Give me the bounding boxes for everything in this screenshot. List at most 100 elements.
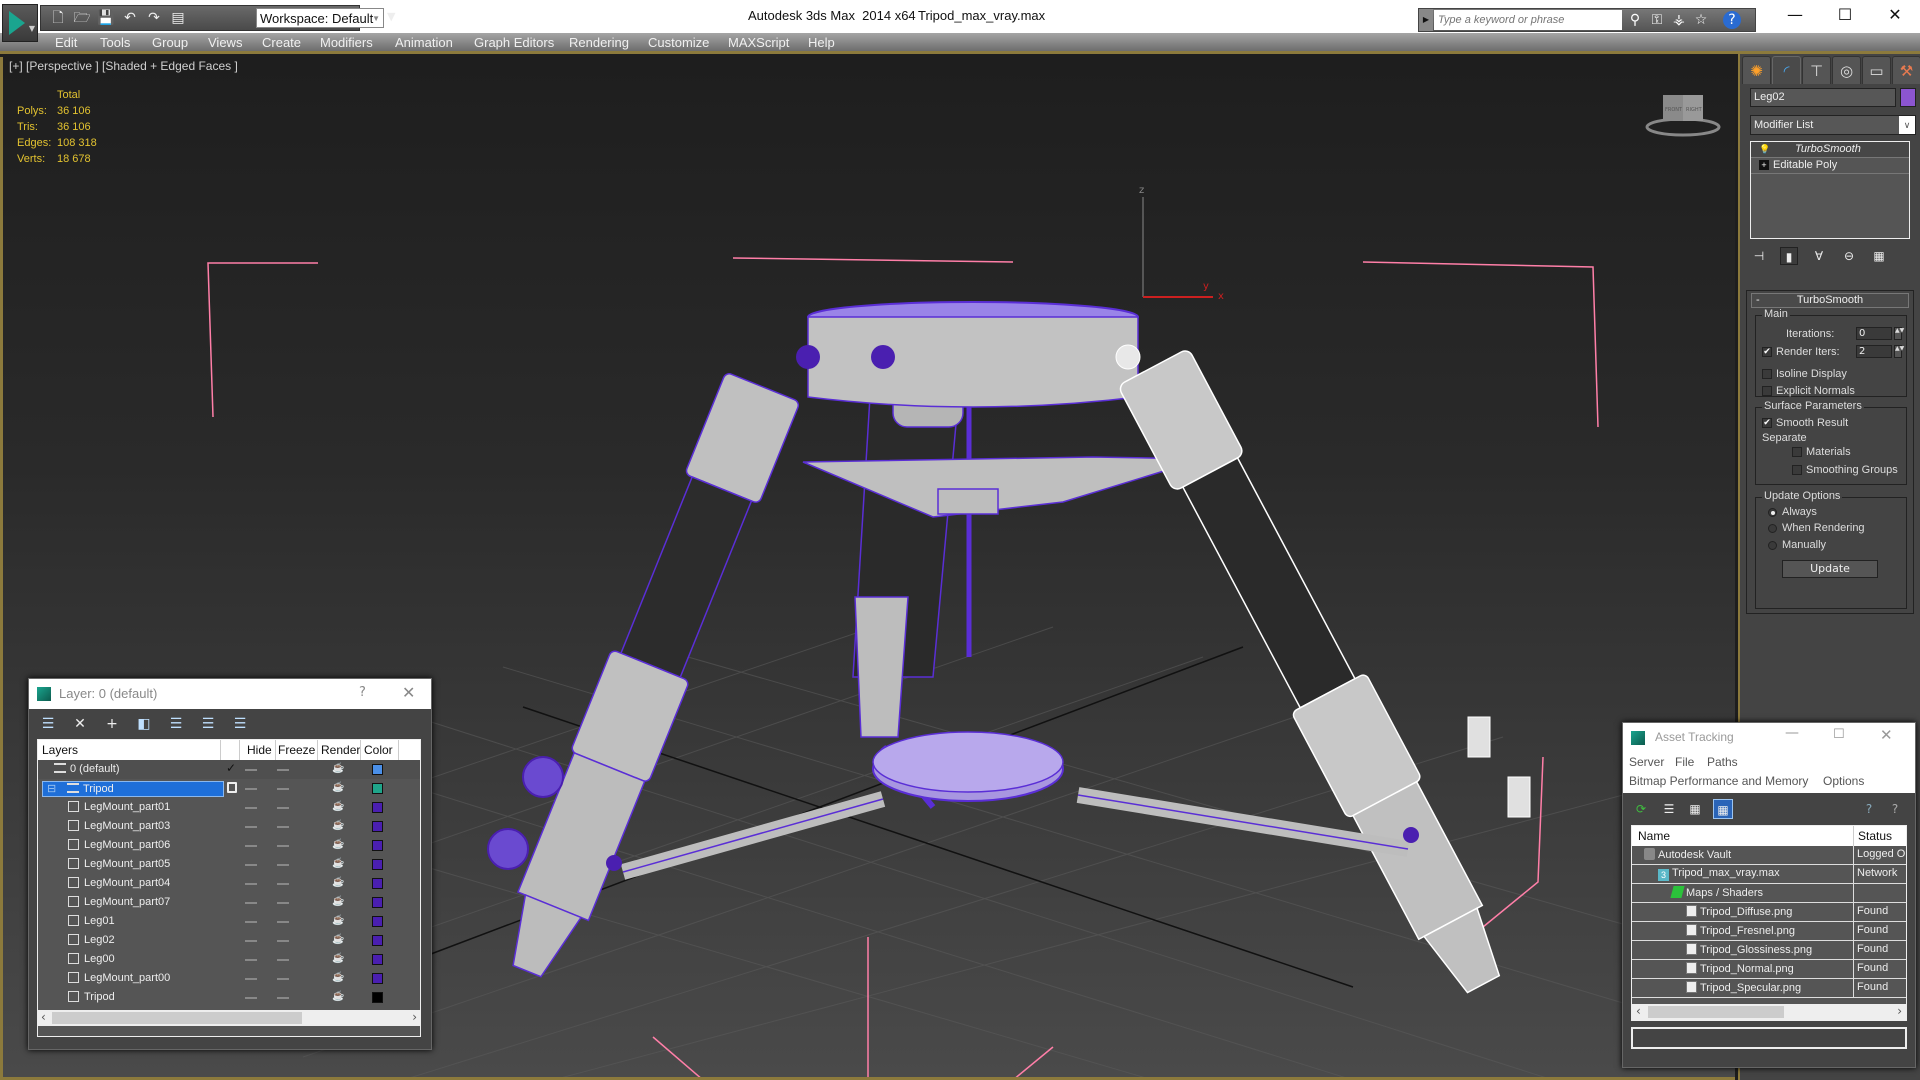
hide-toggle[interactable]	[245, 978, 257, 980]
make-unique-icon[interactable]: ∀	[1810, 247, 1828, 265]
current-layer-checkmark-icon[interactable]: ✓	[226, 761, 236, 775]
column-header-freeze[interactable]: Freeze	[278, 743, 315, 757]
scroll-right-icon[interactable]: ›	[412, 1010, 417, 1024]
menu-maxscript[interactable]: MAXScript	[728, 35, 789, 50]
lightbulb-icon[interactable]: 💡	[1759, 144, 1770, 154]
teapot-render-icon[interactable]: ☕	[332, 859, 344, 869]
column-header-layers[interactable]: Layers	[42, 743, 78, 757]
open-folder-icon[interactable]: 🗁	[73, 9, 91, 27]
satellite-icon[interactable]: ⚶	[1669, 11, 1689, 29]
menu-customize[interactable]: Customize	[648, 35, 709, 50]
redo-icon[interactable]: ↷	[145, 9, 163, 27]
viewport-label-menu[interactable]: [+] [Perspective ] [Shaded + Edged Faces…	[9, 59, 238, 73]
vault-help-icon[interactable]: ?	[1859, 799, 1879, 819]
teapot-render-icon[interactable]: ☕	[332, 764, 344, 774]
configure-modifier-sets-icon[interactable]: ▦	[1870, 247, 1888, 265]
freeze-toggle[interactable]	[277, 959, 289, 961]
color-swatch[interactable]	[372, 840, 383, 851]
pin-stack-icon[interactable]: ⊣	[1750, 247, 1768, 265]
layer-row[interactable]: 0 (default) ✓ ☕	[38, 760, 420, 779]
object-row[interactable]: LegMount_part01 ☕	[38, 798, 420, 817]
asset-path-field[interactable]	[1631, 1027, 1907, 1049]
modify-tab[interactable]: ◜	[1772, 56, 1801, 84]
update-button[interactable]: Update	[1782, 560, 1878, 578]
color-swatch[interactable]	[372, 783, 383, 794]
hide-toggle[interactable]	[245, 959, 257, 961]
menu-bitmap-performance[interactable]: Bitmap Performance and Memory	[1629, 774, 1808, 788]
hide-unhide-all-icon[interactable]: ☰	[197, 714, 219, 734]
color-swatch[interactable]	[372, 916, 383, 927]
menu-animation[interactable]: Animation	[395, 35, 453, 50]
row-name[interactable]: LegMount_part05	[68, 857, 170, 873]
spinner-arrows-icon[interactable]: ▲▼	[1894, 345, 1904, 358]
scroll-left-icon[interactable]: ‹	[1636, 1004, 1641, 1018]
modifier-list-dropdown[interactable]: Modifier List ∨	[1750, 115, 1916, 135]
star-icon[interactable]: ☆	[1691, 11, 1711, 29]
hierarchy-tab[interactable]: ⊤	[1802, 56, 1831, 84]
row-name[interactable]: Leg00	[68, 952, 115, 968]
teapot-render-icon[interactable]: ☕	[332, 954, 344, 964]
object-row[interactable]: Leg00 ☕	[38, 950, 420, 969]
freeze-toggle[interactable]	[277, 769, 289, 771]
menu-tools[interactable]: Tools	[100, 35, 130, 50]
workspace-dropdown[interactable]: Workspace: Default ▼	[256, 8, 384, 28]
horizontal-scrollbar[interactable]: ‹ ›	[1632, 1004, 1906, 1020]
menu-options[interactable]: Options	[1823, 774, 1864, 788]
asset-row[interactable]: Maps / Shaders	[1632, 884, 1906, 903]
object-row[interactable]: Tripod ☕	[38, 988, 420, 1006]
row-name[interactable]: LegMount_part03	[68, 819, 170, 835]
search-input[interactable]	[1434, 10, 1622, 30]
menu-help[interactable]: Help	[808, 35, 835, 50]
color-swatch[interactable]	[372, 859, 383, 870]
create-new-layer-icon[interactable]: ☰	[37, 714, 59, 734]
asset-row[interactable]: Tripod_Diffuse.png Found	[1632, 903, 1906, 922]
column-header-hide[interactable]: Hide	[247, 743, 272, 757]
close-button[interactable]: ✕	[1880, 726, 1893, 744]
menu-modifiers[interactable]: Modifiers	[320, 35, 373, 50]
freeze-toggle[interactable]	[277, 921, 289, 923]
smoothing-groups-checkbox[interactable]	[1792, 465, 1802, 475]
color-swatch[interactable]	[372, 764, 383, 775]
stack-item-editable-poly[interactable]: + Editable Poly	[1751, 158, 1909, 174]
menu-create[interactable]: Create	[262, 35, 301, 50]
row-name[interactable]: Leg02	[68, 933, 115, 949]
teapot-render-icon[interactable]: ☕	[332, 916, 344, 926]
tree-view-icon[interactable]: ▦	[1685, 799, 1705, 819]
object-color-swatch[interactable]	[1900, 88, 1916, 107]
teapot-render-icon[interactable]: ☕	[332, 802, 344, 812]
isoline-display-checkbox[interactable]	[1762, 369, 1772, 379]
rollout-header[interactable]: - TurboSmooth	[1751, 293, 1909, 308]
materials-checkbox[interactable]	[1792, 447, 1802, 457]
hide-toggle[interactable]	[245, 921, 257, 923]
freeze-toggle[interactable]	[277, 902, 289, 904]
collapse-icon[interactable]: ⊟	[47, 782, 56, 797]
key-icon[interactable]: ⚿	[1647, 11, 1667, 29]
tripod-head[interactable]	[796, 301, 1141, 408]
refresh-icon[interactable]: ⟳	[1631, 799, 1651, 819]
display-tab[interactable]: ▭	[1862, 56, 1891, 84]
asset-row[interactable]: Tripod_Fresnel.png Found	[1632, 922, 1906, 941]
always-radio[interactable]	[1768, 508, 1777, 517]
render-iters-spinner[interactable]: 2	[1856, 345, 1892, 358]
maximize-button[interactable]: ☐	[1833, 727, 1845, 742]
scrollbar-thumb[interactable]	[52, 1012, 302, 1024]
undo-icon[interactable]: ↶	[121, 9, 139, 27]
menu-file[interactable]: File	[1675, 755, 1694, 769]
object-row[interactable]: LegMount_part04 ☕	[38, 874, 420, 893]
menu-views[interactable]: Views	[208, 35, 242, 50]
scroll-right-icon[interactable]: ›	[1897, 1004, 1902, 1018]
row-name[interactable]: LegMount_part00	[68, 971, 170, 987]
object-row[interactable]: LegMount_part06 ☕	[38, 836, 420, 855]
leg-left[interactable]	[488, 371, 802, 987]
add-to-layer-icon[interactable]: +	[101, 714, 123, 734]
object-name-field[interactable]: Leg02	[1750, 88, 1896, 107]
menu-server[interactable]: Server	[1629, 755, 1664, 769]
teapot-render-icon[interactable]: ☕	[332, 992, 344, 1002]
close-button[interactable]: ✕	[1870, 0, 1920, 33]
object-row[interactable]: LegMount_part07 ☕	[38, 893, 420, 912]
hide-toggle[interactable]	[245, 940, 257, 942]
stack-item-turbosmooth[interactable]: 💡 TurboSmooth	[1751, 142, 1909, 158]
freeze-toggle[interactable]	[277, 788, 289, 790]
layer-dialog-titlebar[interactable]: Layer: 0 (default) ? ✕	[29, 679, 431, 709]
hide-toggle[interactable]	[245, 864, 257, 866]
